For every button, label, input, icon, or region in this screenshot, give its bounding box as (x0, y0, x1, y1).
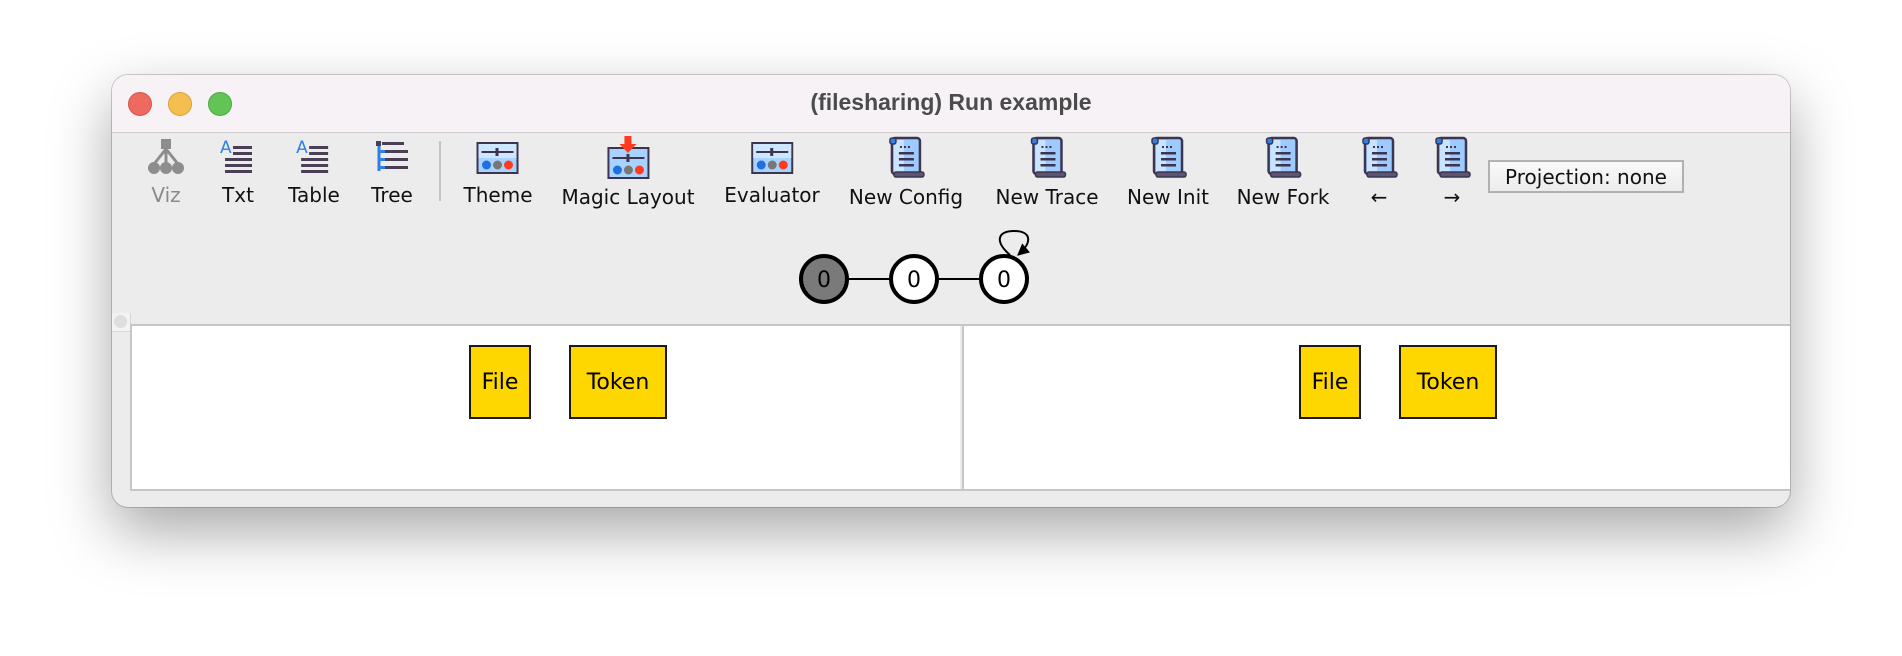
svg-text:0: 0 (907, 268, 921, 293)
trace-self-loop (999, 229, 1031, 256)
new-config-label: New Config (848, 185, 964, 209)
toolbar: Viz A Txt A Table Tree Theme Magic Layou… (112, 133, 1790, 209)
svg-text:0: 0 (997, 268, 1011, 293)
svg-text:A: A (296, 138, 308, 158)
atom-file[interactable]: File (1299, 345, 1361, 419)
trace-graph: 0 0 0 (799, 229, 1031, 304)
title-bar: (filesharing) Run example (112, 75, 1790, 133)
evaluator-label: Evaluator (724, 183, 820, 207)
toolbar-separator (439, 141, 441, 201)
magic-layout-icon (605, 136, 651, 179)
instance-panels: File Token File Token (130, 324, 1790, 491)
next-state-button[interactable]: → (1429, 136, 1475, 209)
scroll-icon (1260, 136, 1306, 179)
new-trace-label: New Trace (995, 185, 1099, 209)
tree-label: Tree (371, 183, 413, 207)
txt-label: Txt (222, 183, 254, 207)
magic-layout-label: Magic Layout (561, 185, 695, 209)
tree-button[interactable]: Tree (369, 137, 415, 207)
new-init-label: New Init (1127, 185, 1209, 209)
instance-panel-left: File Token (130, 326, 960, 489)
app-window: (filesharing) Run example Viz A Txt A Ta… (112, 75, 1790, 507)
viz-button[interactable]: Viz (143, 137, 189, 207)
txt-button[interactable]: A Txt (215, 137, 261, 207)
table-label: Table (288, 183, 340, 207)
atom-token[interactable]: Token (569, 345, 667, 419)
new-fork-label: New Fork (1236, 185, 1330, 209)
evaluator-button[interactable]: Evaluator (724, 137, 820, 207)
instance-panel-right: File Token (962, 326, 1790, 489)
split-pane-handle[interactable] (112, 313, 131, 332)
theme-button[interactable]: Theme (464, 137, 532, 207)
scroll-icon (1356, 136, 1402, 179)
trace-node[interactable]: 0 (979, 254, 1029, 304)
scroll-icon (1024, 136, 1070, 179)
evaluator-panel-icon (749, 137, 795, 177)
new-fork-button[interactable]: New Fork (1237, 136, 1329, 209)
right-arrow-icon: → (1443, 185, 1461, 209)
atom-token[interactable]: Token (1399, 345, 1497, 419)
magic-layout-button[interactable]: Magic Layout (561, 136, 695, 209)
scroll-icon (1145, 136, 1191, 179)
svg-text:0: 0 (817, 268, 831, 293)
table-button[interactable]: A Table (288, 137, 340, 207)
theme-label: Theme (463, 183, 533, 207)
left-arrow-icon: ← (1370, 185, 1388, 209)
svg-text:A: A (220, 138, 232, 158)
scroll-icon (1429, 136, 1475, 179)
projection-button[interactable]: Projection: none (1488, 160, 1684, 193)
table-lines-icon: A (291, 137, 337, 177)
new-config-button[interactable]: New Config (849, 136, 963, 209)
graph-tree-icon (143, 137, 189, 177)
viz-label: Viz (151, 183, 181, 207)
tree-list-icon (369, 137, 415, 177)
window-title: (filesharing) Run example (810, 89, 1092, 115)
atom-file[interactable]: File (469, 345, 531, 419)
new-init-button[interactable]: New Init (1127, 136, 1209, 209)
trace-node-current[interactable]: 0 (799, 254, 849, 304)
previous-state-button[interactable]: ← (1356, 136, 1402, 209)
new-trace-button[interactable]: New Trace (995, 136, 1099, 209)
text-lines-icon: A (215, 137, 261, 177)
trace-node[interactable]: 0 (889, 254, 939, 304)
scroll-icon (883, 136, 929, 179)
theme-panel-icon (475, 137, 521, 177)
